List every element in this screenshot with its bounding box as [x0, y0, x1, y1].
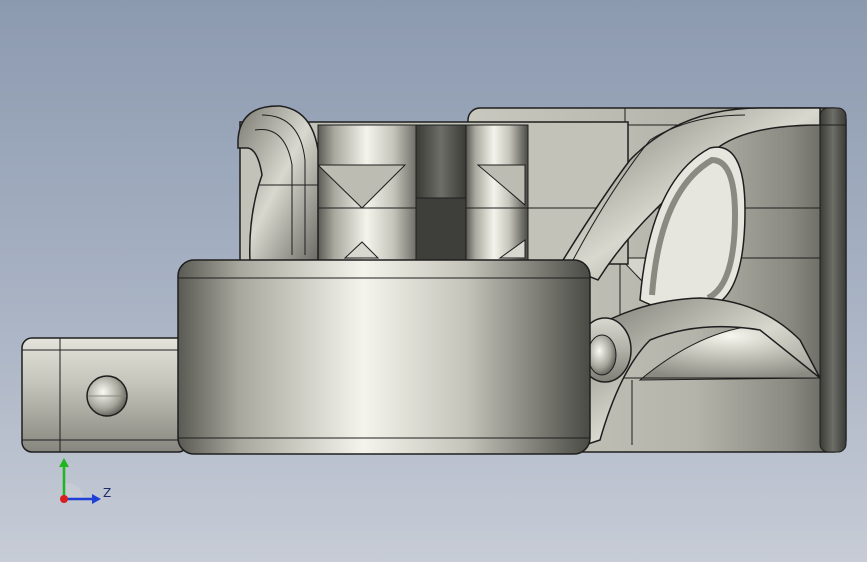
z-axis-label: Z	[103, 486, 111, 500]
cad-model[interactable]	[0, 0, 867, 562]
origin-dot-icon	[60, 495, 68, 503]
front-cylinder-housing[interactable]	[177, 259, 591, 455]
view-orientation-triad[interactable]: Z	[50, 455, 120, 515]
mounting-tab[interactable]	[21, 337, 189, 453]
graphics-viewport[interactable]: Z	[0, 0, 867, 562]
